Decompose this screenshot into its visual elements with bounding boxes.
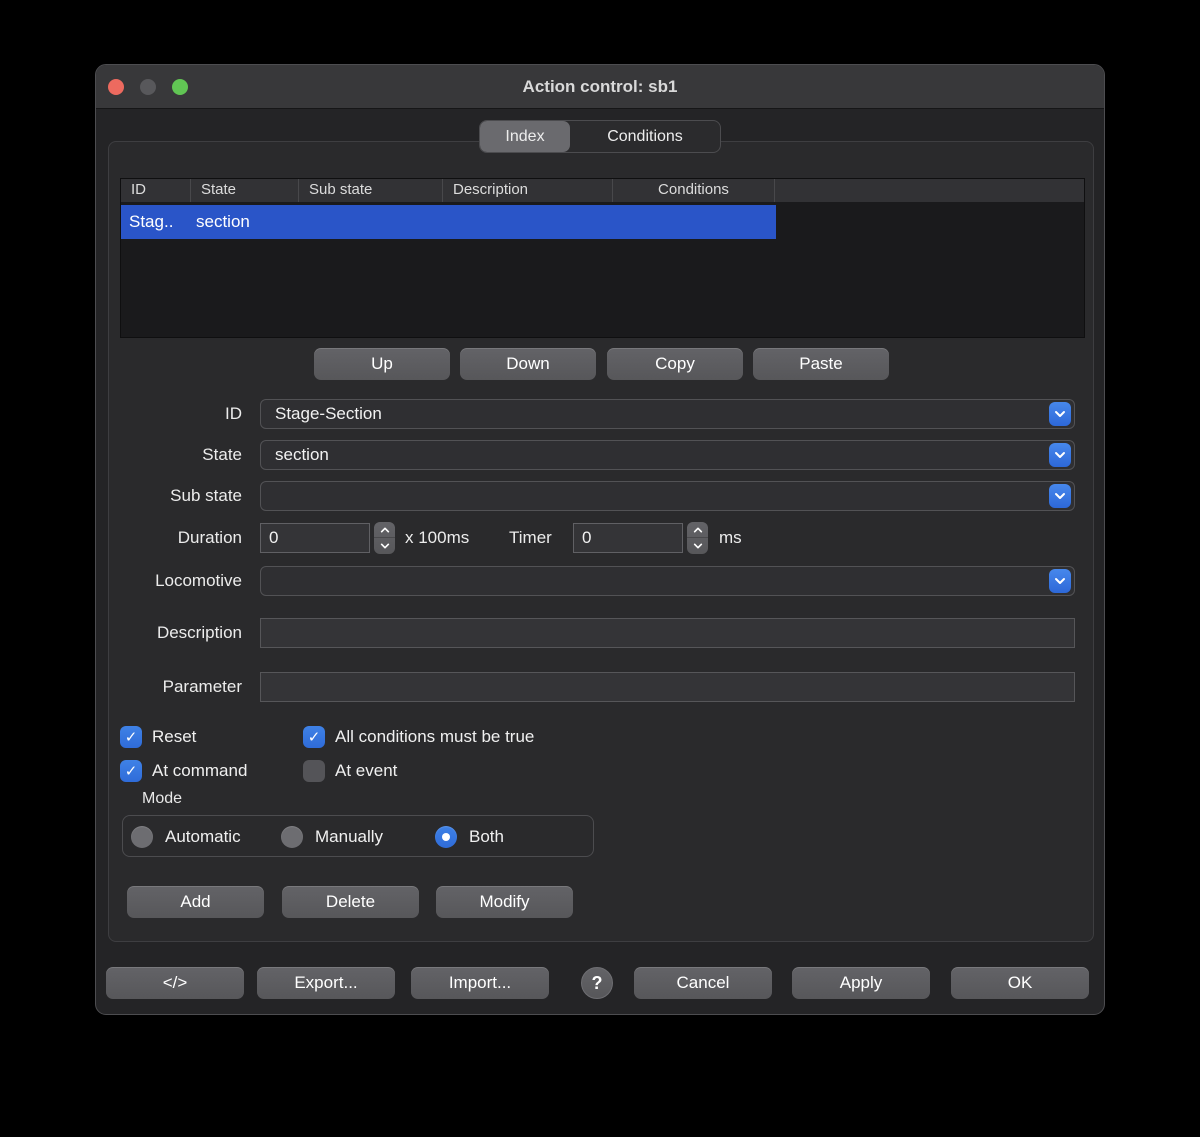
mode-group: Automatic Manually Both xyxy=(122,815,594,857)
both-radio[interactable] xyxy=(435,826,457,848)
automatic-radio-label: Automatic xyxy=(165,827,241,847)
table-header: ID State Sub state Description Condition… xyxy=(121,179,1084,202)
parameter-label: Parameter xyxy=(109,672,242,702)
at-command-checkbox-label: At command xyxy=(152,761,247,781)
check-icon: ✓ xyxy=(308,730,321,745)
add-button[interactable]: Add xyxy=(127,886,264,918)
chevron-down-icon xyxy=(1049,402,1071,426)
check-icon: ✓ xyxy=(125,764,138,779)
code-view-button[interactable]: </> xyxy=(106,967,244,999)
column-header-sub-state[interactable]: Sub state xyxy=(299,179,443,202)
at-event-checkbox-label: At event xyxy=(335,761,397,781)
manually-radio-label: Manually xyxy=(315,827,383,847)
chevron-down-icon xyxy=(1049,443,1071,467)
import-button[interactable]: Import... xyxy=(411,967,549,999)
content-panel: ID State Sub state Description Condition… xyxy=(108,141,1094,942)
all-conditions-checkbox-label: All conditions must be true xyxy=(335,727,534,747)
id-label: ID xyxy=(109,399,242,429)
titlebar[interactable]: Action control: sb1 xyxy=(96,65,1104,109)
stepper-down-icon[interactable] xyxy=(374,538,395,554)
sub-state-dropdown[interactable] xyxy=(260,481,1075,511)
up-button[interactable]: Up xyxy=(314,348,450,380)
copy-button[interactable]: Copy xyxy=(607,348,743,380)
check-icon: ✓ xyxy=(125,730,138,745)
state-label: State xyxy=(109,440,242,470)
state-dropdown[interactable]: section xyxy=(260,440,1075,470)
column-header-conditions[interactable]: Conditions xyxy=(613,179,775,202)
cancel-button[interactable]: Cancel xyxy=(634,967,772,999)
duration-input[interactable]: 0 xyxy=(260,523,370,553)
at-command-checkbox[interactable]: ✓ xyxy=(120,760,142,782)
delete-button[interactable]: Delete xyxy=(282,886,419,918)
reset-checkbox[interactable]: ✓ xyxy=(120,726,142,748)
column-header-description[interactable]: Description xyxy=(443,179,613,202)
chevron-down-icon xyxy=(1049,569,1071,593)
tab-conditions-label: Conditions xyxy=(607,128,683,146)
window-title: Action control: sb1 xyxy=(96,65,1104,109)
timer-stepper[interactable] xyxy=(687,522,708,554)
duration-label: Duration xyxy=(109,523,242,553)
duration-stepper[interactable] xyxy=(374,522,395,554)
duration-unit-label: x 100ms xyxy=(405,522,469,554)
mode-group-label: Mode xyxy=(142,790,182,808)
column-header-id[interactable]: ID xyxy=(121,179,191,202)
both-radio-label: Both xyxy=(469,827,504,847)
state-dropdown-value: section xyxy=(275,441,329,469)
timer-unit-label: ms xyxy=(719,522,742,554)
cell-id: Stag.. xyxy=(121,212,191,232)
locomotive-label: Locomotive xyxy=(109,566,242,596)
locomotive-dropdown[interactable] xyxy=(260,566,1075,596)
automatic-radio[interactable] xyxy=(131,826,153,848)
apply-button[interactable]: Apply xyxy=(792,967,930,999)
manually-radio[interactable] xyxy=(281,826,303,848)
sub-state-label: Sub state xyxy=(109,481,242,511)
id-dropdown[interactable]: Stage-Section xyxy=(260,399,1075,429)
cell-state: section xyxy=(191,212,299,232)
desktop-background: Action control: sb1 Index Conditions ID … xyxy=(0,0,1200,1137)
column-header-empty xyxy=(775,179,1084,202)
action-control-window: Action control: sb1 Index Conditions ID … xyxy=(95,64,1105,1015)
timer-label: Timer xyxy=(509,522,552,554)
parameter-input[interactable] xyxy=(260,672,1075,702)
timer-input[interactable]: 0 xyxy=(573,523,683,553)
table-body: Stag.. section xyxy=(121,205,1084,239)
stepper-up-icon[interactable] xyxy=(687,522,708,538)
at-event-checkbox[interactable] xyxy=(303,760,325,782)
tab-index[interactable]: Index xyxy=(480,121,570,152)
chevron-down-icon xyxy=(1049,484,1071,508)
export-button[interactable]: Export... xyxy=(257,967,395,999)
stepper-down-icon[interactable] xyxy=(687,538,708,554)
ok-button[interactable]: OK xyxy=(951,967,1089,999)
radio-dot-icon xyxy=(442,833,450,841)
all-conditions-checkbox[interactable]: ✓ xyxy=(303,726,325,748)
description-label: Description xyxy=(109,618,242,648)
tab-index-label: Index xyxy=(505,128,544,146)
index-table: ID State Sub state Description Condition… xyxy=(120,178,1085,338)
column-header-state[interactable]: State xyxy=(191,179,299,202)
id-dropdown-value: Stage-Section xyxy=(275,400,382,428)
tab-control: Index Conditions xyxy=(479,120,721,153)
description-input[interactable] xyxy=(260,618,1075,648)
table-row[interactable]: Stag.. section xyxy=(121,205,776,239)
stepper-up-icon[interactable] xyxy=(374,522,395,538)
help-button[interactable]: ? xyxy=(581,967,613,999)
reset-checkbox-label: Reset xyxy=(152,727,196,747)
paste-button[interactable]: Paste xyxy=(753,348,889,380)
modify-button[interactable]: Modify xyxy=(436,886,573,918)
tab-conditions[interactable]: Conditions xyxy=(570,121,720,152)
down-button[interactable]: Down xyxy=(460,348,596,380)
